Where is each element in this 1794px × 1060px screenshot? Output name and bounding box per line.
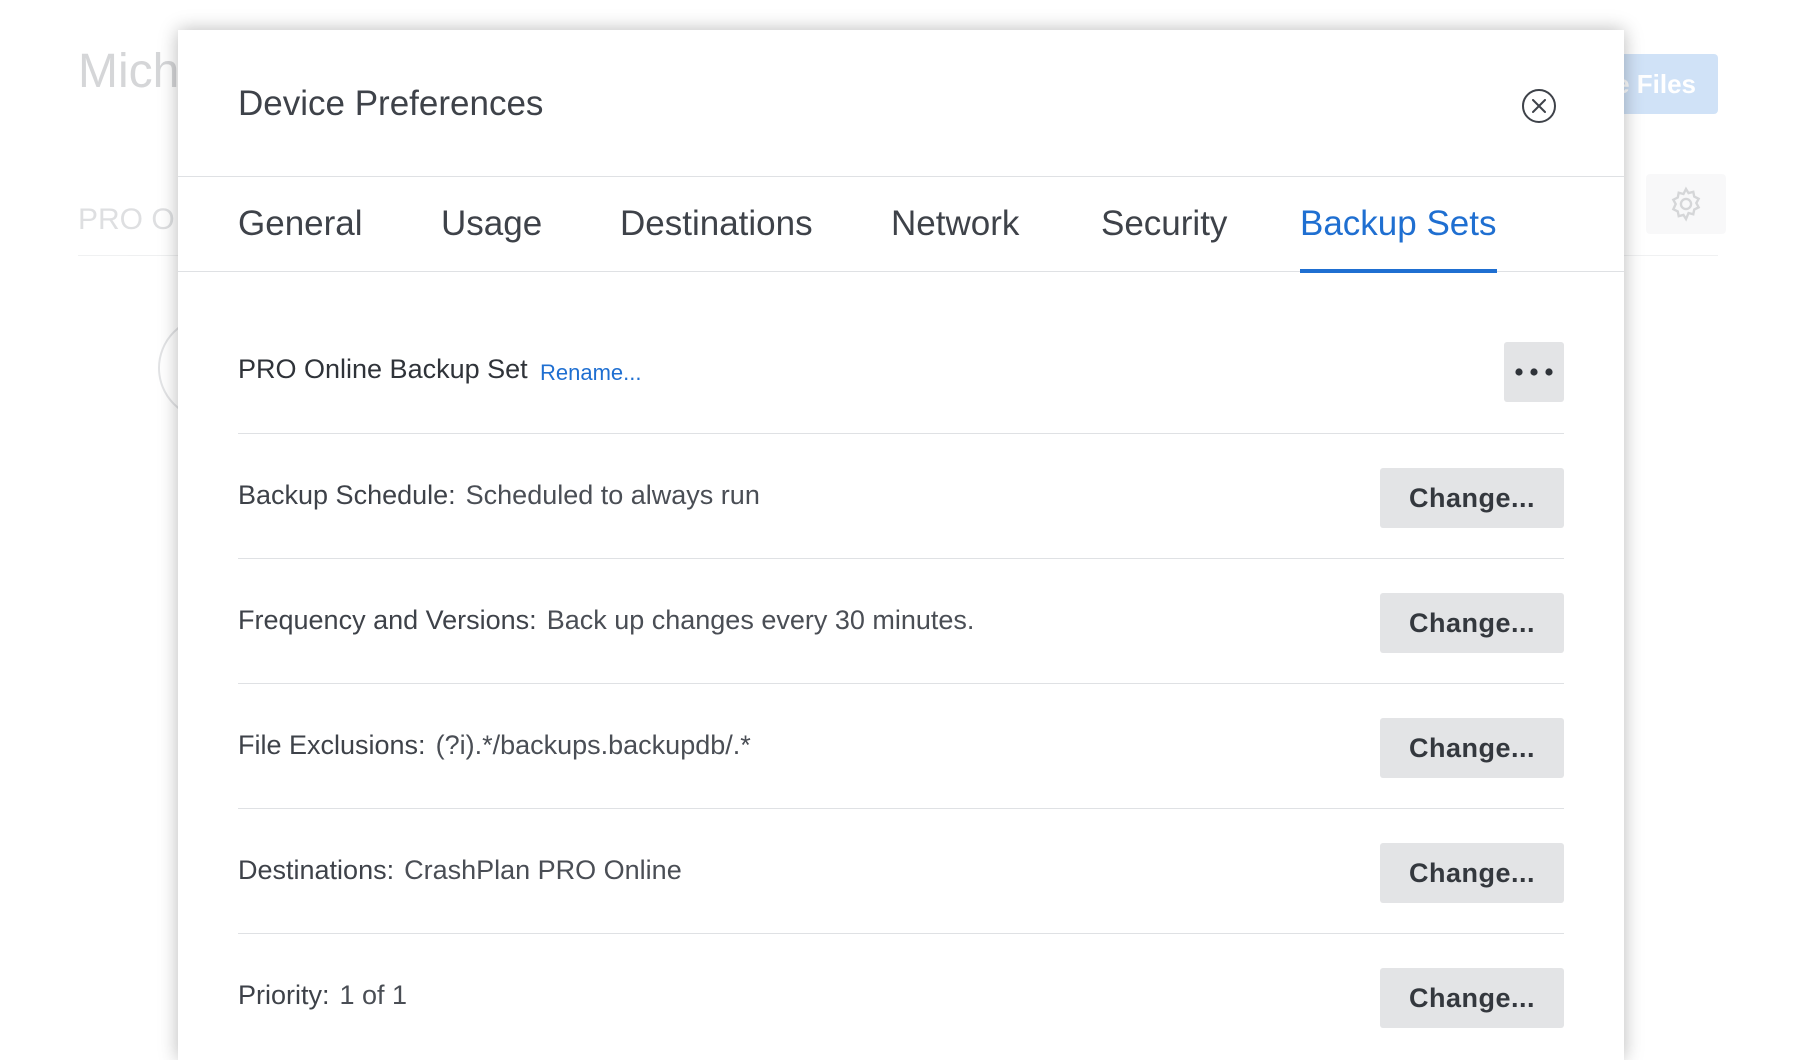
dialog-title: Device Preferences (238, 84, 544, 123)
change-destinations-button[interactable]: Change... (1380, 843, 1564, 903)
tab-bar: General Usage Destinations Network Secur… (178, 176, 1624, 273)
setting-text: Priority: 1 of 1 (238, 980, 407, 1011)
setting-row-file-exclusions: File Exclusions: (?i).*/backups.backupdb/… (238, 684, 1564, 809)
tab-usage[interactable]: Usage (441, 177, 542, 271)
close-button[interactable] (1522, 89, 1556, 123)
more-dots-icon (1515, 368, 1553, 376)
backup-set-header: PRO Online Backup Set Rename... (238, 272, 1564, 434)
change-priority-button[interactable]: Change... (1380, 968, 1564, 1028)
tab-backup-sets[interactable]: Backup Sets (1300, 177, 1497, 273)
change-frequency-versions-button[interactable]: Change... (1380, 593, 1564, 653)
setting-value: Scheduled to always run (465, 480, 760, 510)
setting-label: Priority: (238, 980, 330, 1010)
setting-text: Destinations: CrashPlan PRO Online (238, 855, 682, 886)
setting-text: Backup Schedule: Scheduled to always run (238, 480, 760, 511)
backup-set-name: PRO Online Backup Set (238, 354, 528, 384)
background-page-title: Mich (78, 45, 180, 98)
tab-destinations[interactable]: Destinations (620, 177, 813, 271)
setting-row-destinations: Destinations: CrashPlan PRO Online Change… (238, 809, 1564, 934)
setting-label: Destinations: (238, 855, 395, 885)
setting-row-priority: Priority: 1 of 1 Change... (238, 934, 1564, 1058)
gear-icon (1646, 174, 1726, 234)
setting-row-backup-schedule: Backup Schedule: Scheduled to always run … (238, 434, 1564, 559)
change-backup-schedule-button[interactable]: Change... (1380, 468, 1564, 528)
setting-value: 1 of 1 (339, 980, 408, 1010)
change-file-exclusions-button[interactable]: Change... (1380, 718, 1564, 778)
close-icon (1532, 99, 1546, 113)
tab-network[interactable]: Network (891, 177, 1019, 271)
rename-link[interactable]: Rename... (540, 360, 642, 386)
setting-label: Frequency and Versions: (238, 605, 537, 635)
setting-value: (?i).*/backups.backupdb/.* (435, 730, 751, 760)
dialog-header: Device Preferences (178, 30, 1624, 176)
setting-text: Frequency and Versions: Back up changes e… (238, 605, 974, 636)
tab-general[interactable]: General (238, 177, 363, 271)
setting-value: Back up changes every 30 minutes. (546, 605, 975, 635)
background-subtitle: PRO O (78, 203, 175, 236)
setting-row-frequency-versions: Frequency and Versions: Back up changes e… (238, 559, 1564, 684)
setting-label: Backup Schedule: (238, 480, 456, 510)
setting-text: File Exclusions: (?i).*/backups.backupdb/… (238, 730, 751, 761)
tab-security[interactable]: Security (1101, 177, 1227, 271)
more-options-button[interactable] (1504, 342, 1564, 402)
setting-value: CrashPlan PRO Online (404, 855, 682, 885)
setting-label: File Exclusions: (238, 730, 426, 760)
dialog-body: PRO Online Backup Set Rename... Backup S… (178, 272, 1624, 1058)
device-preferences-dialog: Device Preferences General Usage Destina… (178, 30, 1624, 1060)
